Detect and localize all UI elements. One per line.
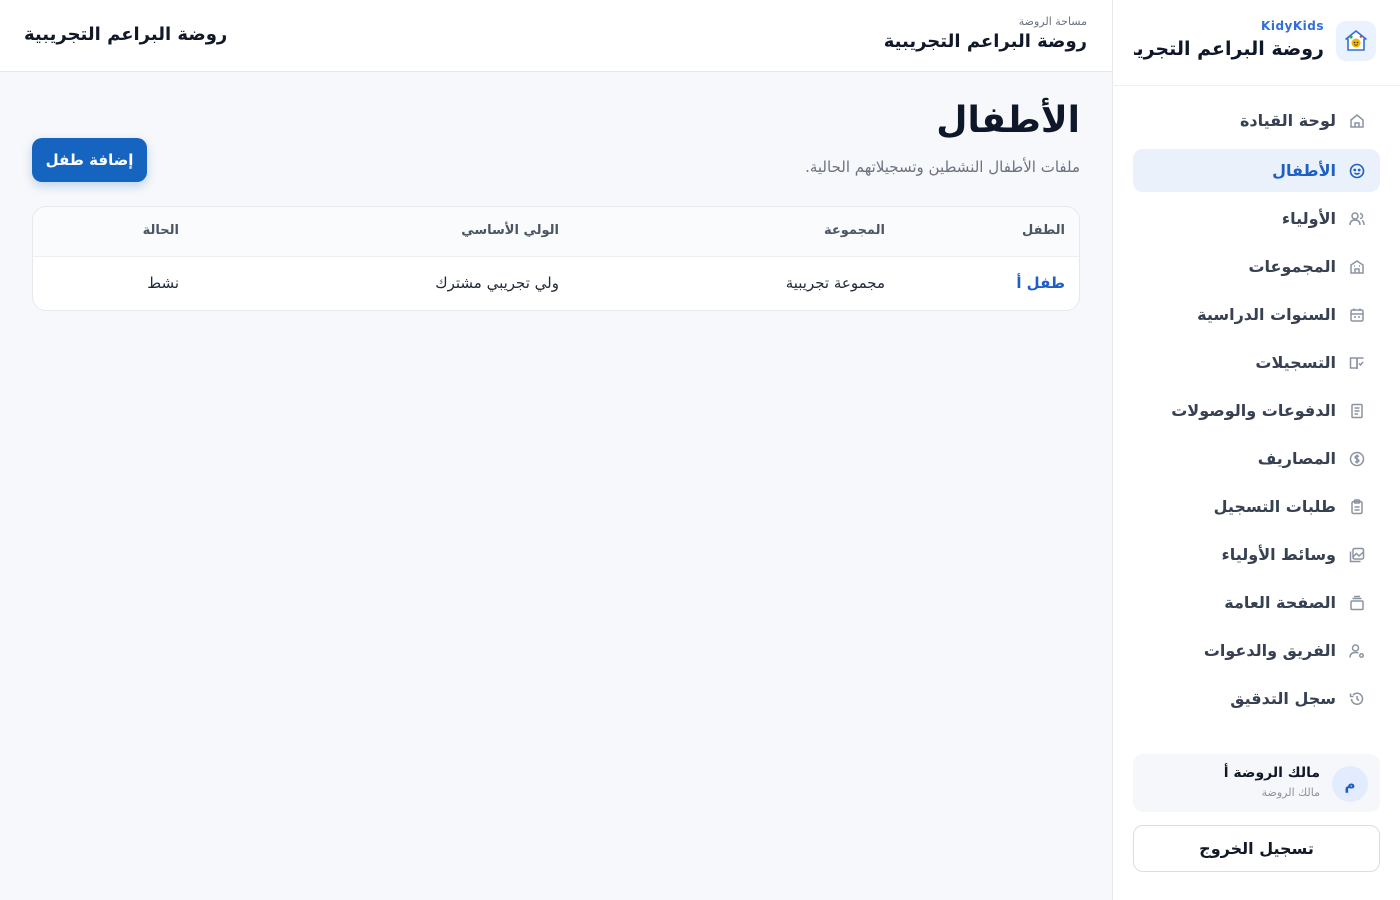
guardian-cell: ولي تجريبي مشترك: [435, 274, 559, 292]
sidebar-item-dashboard[interactable]: لوحة القيادة: [1133, 99, 1380, 142]
sidebar-item-expenses[interactable]: المصاريف: [1133, 437, 1380, 480]
sidebar-item-label: طلبات التسجيل: [1213, 497, 1336, 516]
status-cell: نشط: [147, 274, 179, 292]
children-table: الطفل المجموعة الولي الأساسي الحالة طفل …: [32, 206, 1080, 311]
sidebar-item-label: الفريق والدعوات: [1203, 641, 1336, 660]
column-header-child[interactable]: الطفل: [1022, 223, 1065, 238]
avatar: م: [1332, 766, 1368, 802]
building-icon: [1348, 258, 1366, 276]
top-header: مساحة الروضة روضة البراعم التجريبية روضة…: [0, 0, 1112, 72]
sidebar-item-registration-requests[interactable]: طلبات التسجيل: [1133, 485, 1380, 528]
clipboard-icon: [1348, 498, 1366, 516]
calendar-icon: [1348, 306, 1366, 324]
sidebar-item-label: السنوات الدراسية: [1197, 305, 1336, 324]
dollar-circle-icon: [1348, 450, 1366, 468]
sidebar-item-label: وسائط الأولياء: [1221, 545, 1336, 564]
table-row[interactable]: طفل أ مجموعة تجريبية ولي تجريبي مشترك نش…: [33, 257, 1079, 310]
workspace-label: مساحة الروضة: [1018, 15, 1087, 28]
user-gear-icon: [1348, 642, 1366, 660]
sidebar-item-enrollments[interactable]: التسجيلات: [1133, 341, 1380, 384]
workspace-name: روضة البراعم التجريبية: [883, 31, 1087, 52]
sidebar-item-label: الأطفال: [1272, 161, 1336, 180]
kidykids-logo-icon[interactable]: [1336, 21, 1376, 61]
sidebar-item-audit-log[interactable]: سجل التدقيق: [1133, 677, 1380, 720]
sidebar-item-label: التسجيلات: [1255, 353, 1336, 372]
column-header-group[interactable]: المجموعة: [824, 223, 885, 238]
receipt-icon: [1348, 402, 1366, 420]
history-icon: [1348, 690, 1366, 708]
table-header: الطفل المجموعة الولي الأساسي الحالة: [33, 207, 1079, 257]
user-role: مالك الروضة: [1261, 786, 1320, 799]
book-check-icon: [1348, 354, 1366, 372]
page-subtitle: ملفات الأطفال النشطين وتسجيلاتهم الحالية…: [805, 158, 1080, 176]
sidebar-item-children[interactable]: الأطفال: [1133, 149, 1380, 192]
users-icon: [1348, 210, 1366, 228]
layers-icon: [1348, 594, 1366, 612]
column-header-status[interactable]: الحالة: [143, 223, 179, 238]
child-face-icon: [1348, 162, 1366, 180]
sidebar-item-school-years[interactable]: السنوات الدراسية: [1133, 293, 1380, 336]
sidebar-item-guardians[interactable]: الأولياء: [1133, 197, 1380, 240]
brand-header: KidyKids روضة البراعم التجريب...: [1112, 0, 1400, 86]
add-child-button[interactable]: إضافة طفل: [32, 138, 147, 182]
sidebar-item-groups[interactable]: المجموعات: [1133, 245, 1380, 288]
sidebar-item-label: الدفوعات والوصولات: [1171, 401, 1336, 420]
logout-button[interactable]: تسجيل الخروج: [1133, 825, 1380, 872]
sidebar-item-label: المجموعات: [1248, 257, 1336, 276]
group-cell: مجموعة تجريبية: [785, 274, 885, 292]
images-icon: [1348, 546, 1366, 564]
sidebar-item-label: سجل التدقيق: [1230, 689, 1336, 708]
main-content: الأطفال ملفات الأطفال النشطين وتسجيلاتهم…: [0, 72, 1112, 900]
sidebar-item-label: لوحة القيادة: [1239, 111, 1336, 130]
kindergarten-name: روضة البراعم التجريب...: [1134, 38, 1324, 60]
page-title: الأطفال: [936, 100, 1080, 141]
child-name-link[interactable]: طفل أ: [1016, 274, 1065, 292]
sidebar: KidyKids روضة البراعم التجريب... لوحة ال…: [1112, 0, 1400, 900]
sidebar-item-label: المصاريف: [1257, 449, 1336, 468]
user-name: مالك الروضة أ: [1223, 765, 1320, 781]
sidebar-item-payments-receipts[interactable]: الدفوعات والوصولات: [1133, 389, 1380, 432]
header-kindergarten-title: روضة البراعم التجريبية: [24, 24, 228, 45]
column-header-primary-guardian[interactable]: الولي الأساسي: [461, 223, 559, 238]
home-icon: [1348, 112, 1366, 130]
sidebar-item-guardian-media[interactable]: وسائط الأولياء: [1133, 533, 1380, 576]
user-card[interactable]: م مالك الروضة أ مالك الروضة: [1133, 754, 1380, 812]
sidebar-item-label: الأولياء: [1281, 209, 1336, 228]
sidebar-item-label: الصفحة العامة: [1224, 593, 1336, 612]
sidebar-item-public-page[interactable]: الصفحة العامة: [1133, 581, 1380, 624]
sidebar-item-team-invites[interactable]: الفريق والدعوات: [1133, 629, 1380, 672]
app-name: KidyKids: [1261, 19, 1324, 33]
